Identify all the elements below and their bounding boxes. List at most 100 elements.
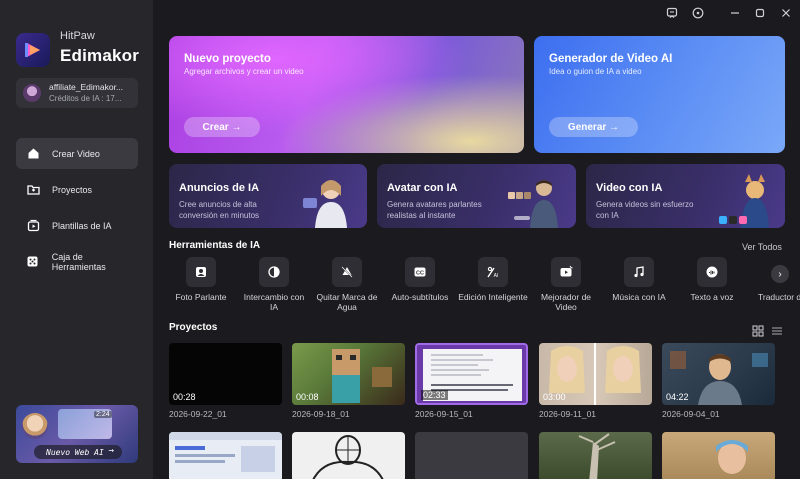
grid-view-icon[interactable]	[752, 325, 764, 337]
see-all-link[interactable]: Ver Todos	[742, 242, 782, 252]
arrow-right-icon: →	[108, 446, 114, 456]
feature-title: Avatar con IA	[387, 182, 458, 194]
feature-ai-avatar[interactable]: Avatar con IA Genera avatares parlantes …	[377, 164, 576, 228]
sidebar-item-label: Crear Video	[52, 148, 100, 159]
project-duration: 00:28	[173, 392, 196, 402]
ai-edit-icon: AI	[478, 257, 508, 287]
toolbox-icon	[26, 255, 40, 269]
project-thumbnail[interactable]	[169, 432, 282, 479]
brand-large: Edimakor	[60, 46, 140, 65]
tool-label: Foto Parlante	[175, 292, 227, 302]
promo-time: 2:24	[94, 411, 112, 418]
project-date: 2026-09-11_01	[539, 409, 597, 419]
project-thumbnail[interactable]	[662, 432, 775, 479]
ai-video-illustration	[719, 174, 769, 228]
project-duration: 00:08	[296, 392, 319, 402]
tool-label: Texto a voz	[690, 292, 734, 302]
portrait-icon	[186, 257, 216, 287]
folder-icon	[26, 183, 40, 197]
create-button[interactable]: Crear →	[184, 117, 260, 137]
tools-section-title: Herramientas de IA	[169, 240, 261, 251]
ai-avatar-illustration	[508, 180, 558, 228]
sidebar-item-caja-herramientas[interactable]: Caja de Herramientas	[16, 246, 138, 277]
promo-banner[interactable]: 2:24 Nuevo Web AI →	[16, 405, 138, 463]
tool-smart-edit[interactable]: AI Edición Inteligente	[458, 257, 528, 302]
feature-title: Anuncios de IA	[179, 182, 260, 194]
feature-desc: Genera avatares parlantes realistas al i…	[387, 200, 482, 220]
home-icon	[26, 147, 40, 161]
account-panel[interactable]: affiliate_Edimakor... Créditos de IA : 1…	[16, 78, 138, 108]
sidebar-item-plantillas[interactable]: Plantillas de IA	[16, 210, 138, 241]
project-thumbnail[interactable]: 02:33	[415, 343, 528, 405]
app-logo	[16, 33, 50, 67]
new-project-subtitle: Agregar archivos y crear un video	[184, 67, 304, 76]
edimakor-logo-icon	[25, 43, 40, 57]
project-duration: 04:22	[666, 392, 689, 402]
project-thumbnail[interactable]	[292, 432, 405, 479]
tool-label: Mejorador de Video	[540, 292, 592, 312]
sidebar-item-label: Proyectos	[52, 184, 93, 195]
new-project-title: Nuevo proyecto	[184, 53, 271, 65]
svg-text:AI: AI	[494, 273, 499, 279]
feature-desc: Genera videos sin esfuerzo con IA	[596, 200, 694, 220]
list-view-icon[interactable]	[771, 325, 783, 337]
project-thumbnail[interactable]	[415, 432, 528, 479]
video-enhance-icon	[551, 257, 581, 287]
tools-scroll-next-button[interactable]: ›	[771, 265, 789, 283]
tool-label: Auto-subtítulos	[391, 292, 449, 302]
ai-video-subtitle: Idea o guion de IA a video	[549, 67, 642, 76]
project-date: 2026-09-18_01	[292, 409, 350, 419]
minimize-icon[interactable]	[728, 6, 742, 20]
sidebar-item-label: Caja de Herramientas	[51, 251, 106, 272]
tool-talking-photo[interactable]: Foto Parlante	[166, 257, 236, 302]
feature-desc: Cree anuncios de alta conversión en minu…	[179, 200, 260, 220]
tool-label: Edición Inteligente	[458, 292, 528, 302]
project-preview-image	[169, 432, 282, 472]
chevron-right-icon: ›	[778, 268, 782, 280]
project-date: 2026-09-22_01	[169, 409, 227, 419]
svg-text:CC: CC	[416, 271, 424, 277]
cc-icon: CC	[405, 257, 435, 287]
promo-pill[interactable]: Nuevo Web AI →	[34, 445, 122, 459]
sidebar-item-crear-video[interactable]: Crear Video	[16, 138, 138, 169]
project-thumbnail[interactable]: 00:08	[292, 343, 405, 405]
settings-circle-icon[interactable]	[691, 6, 705, 20]
tool-label: Intercambio con IA	[243, 292, 305, 312]
project-date: 2026-09-15_01	[415, 409, 473, 419]
face-swap-icon	[259, 257, 289, 287]
project-thumbnail[interactable]	[539, 432, 652, 479]
account-name: affiliate_Edimakor...	[49, 82, 124, 92]
sidebar-item-proyectos[interactable]: Proyectos	[16, 174, 138, 205]
tool-text-to-speech[interactable]: Texto a voz	[677, 257, 747, 302]
project-thumbnail[interactable]: 00:28	[169, 343, 282, 405]
project-duration: 02:33	[421, 390, 448, 400]
project-thumbnail[interactable]: 04:22	[662, 343, 775, 405]
tool-label: Traductor de video	[758, 292, 800, 302]
feedback-icon[interactable]	[665, 6, 679, 20]
music-icon	[624, 257, 654, 287]
tool-face-swap[interactable]: Intercambio con IA	[239, 257, 309, 312]
ai-video-generator-card[interactable]: Generador de Video AI Idea o guion de IA…	[534, 36, 785, 153]
project-thumbnail[interactable]: 03:00	[539, 343, 652, 405]
feature-title: Video con IA	[596, 182, 663, 194]
avatar	[23, 84, 41, 102]
maximize-icon[interactable]	[753, 6, 767, 20]
new-project-card[interactable]: Nuevo proyecto Agregar archivos y crear …	[169, 36, 524, 153]
generate-button[interactable]: Generar →	[549, 117, 638, 137]
tool-watermark-remover[interactable]: Quitar Marca de Agua	[312, 257, 382, 312]
project-preview-image	[716, 440, 748, 474]
tool-ai-music[interactable]: Música con IA	[604, 257, 674, 302]
ai-video-title: Generador de Video AI	[549, 53, 673, 65]
sidebar-item-label: Plantillas de IA	[52, 220, 112, 231]
projects-section-title: Proyectos	[169, 322, 218, 333]
tool-auto-subtitles[interactable]: CC Auto-subtítulos	[385, 257, 455, 302]
tool-video-enhancer[interactable]: Mejorador de Video	[531, 257, 601, 312]
project-duration: 03:00	[543, 392, 566, 402]
feature-ai-ads[interactable]: Anuncios de IA Cree anuncios de alta con…	[169, 164, 367, 228]
project-preview-image	[312, 435, 384, 479]
close-icon[interactable]	[779, 6, 793, 20]
feature-ai-video[interactable]: Video con IA Genera videos sin esfuerzo …	[586, 164, 785, 228]
sidebar: HitPaw Edimakor affiliate_Edimakor... Cr…	[0, 0, 153, 479]
template-icon	[26, 219, 40, 233]
watermark-remove-icon	[332, 257, 362, 287]
